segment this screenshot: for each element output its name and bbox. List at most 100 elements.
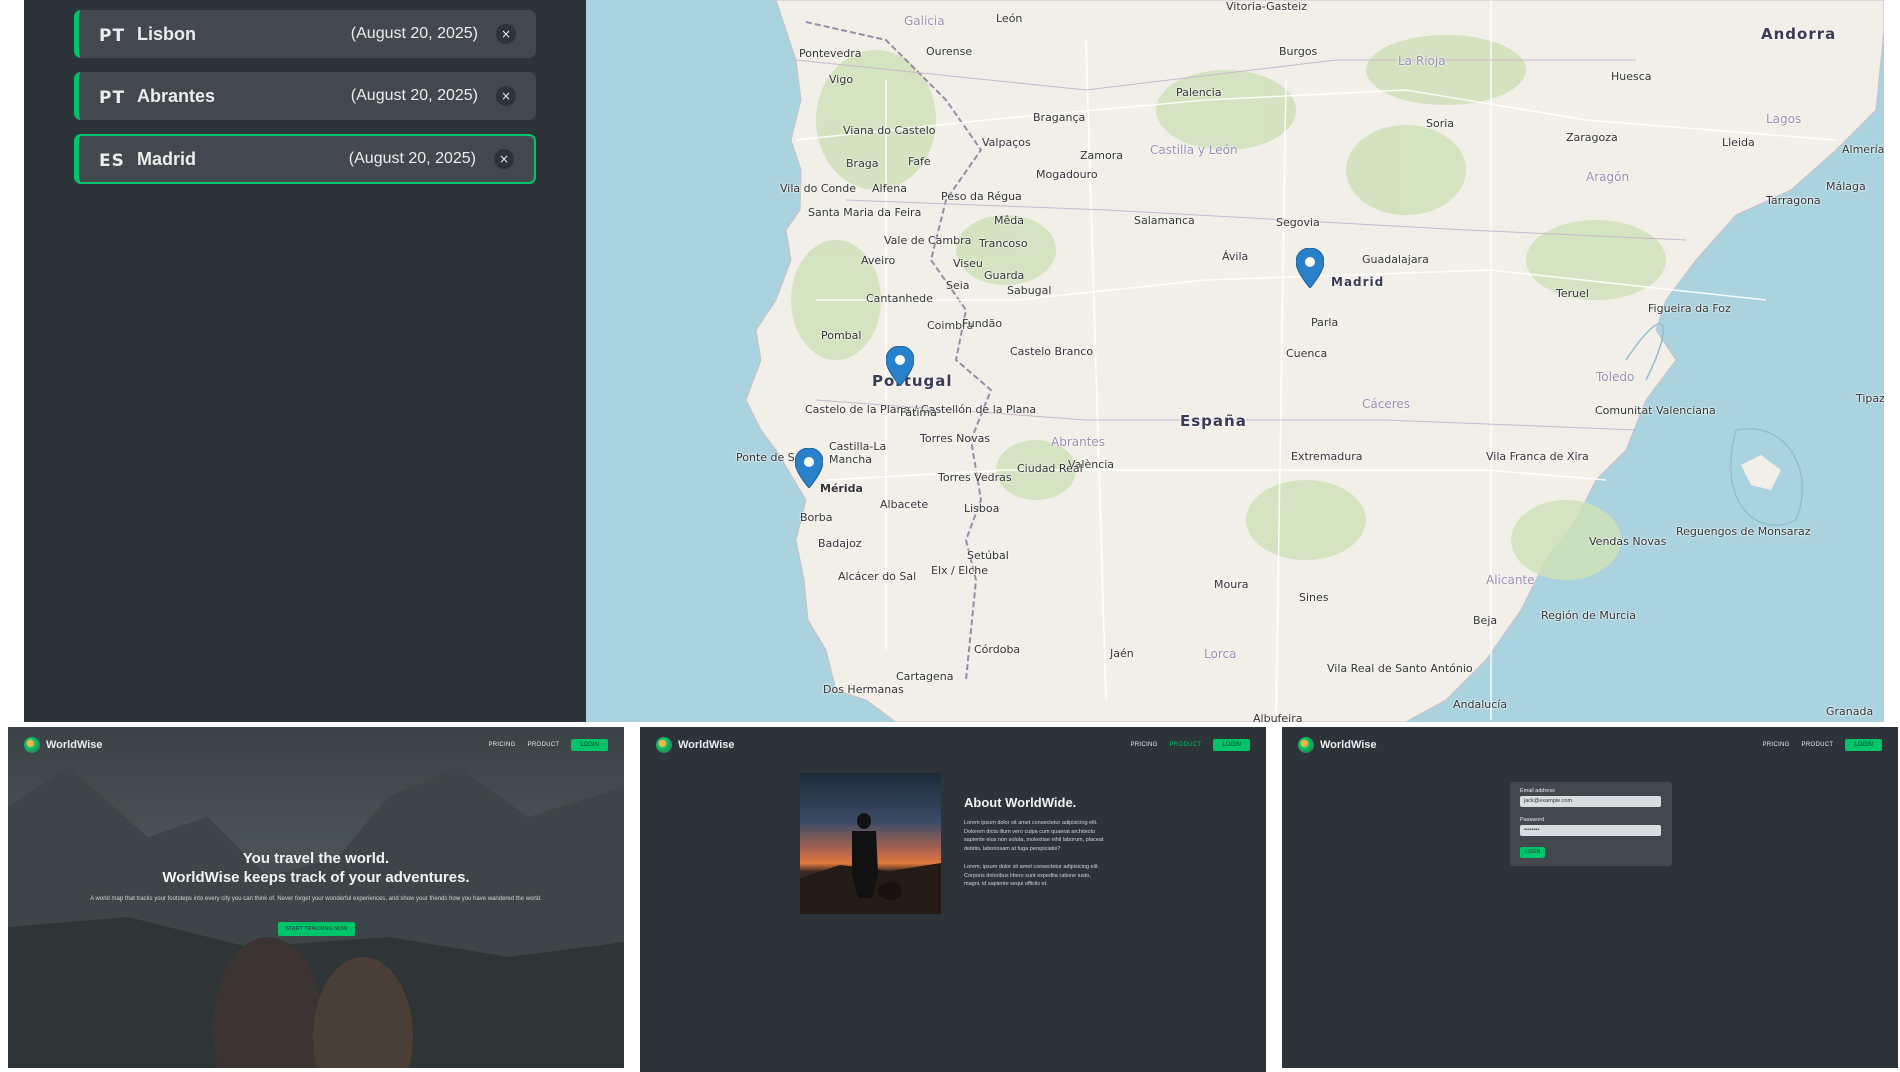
- map-label: Castilla-La Mancha: [829, 440, 887, 466]
- about-paragraph-1: Lorem ipsum dolor sit amet consectetur a…: [964, 820, 1104, 852]
- map-label: Abrantes: [1051, 435, 1106, 449]
- map-label: Sines: [1299, 591, 1329, 604]
- map-label: Zaragoza: [1566, 131, 1618, 144]
- map-label: Zamora: [1080, 149, 1123, 162]
- map-label: Fátima: [900, 406, 937, 419]
- city-date: (August 20, 2025): [348, 150, 476, 167]
- map-label: Lagos: [1766, 112, 1802, 126]
- screenshot-root: PT Lisbon (August 20, 2025) × PT Abrante…: [0, 0, 1900, 1072]
- nav-product-link[interactable]: PRODUCT: [528, 742, 560, 748]
- map-label: Figueira da Foz: [1648, 302, 1731, 315]
- map-label: Málaga: [1826, 180, 1866, 193]
- map-label: Lisboa: [964, 502, 1000, 515]
- nav-links: PRICING PRODUCT LOGIN: [1130, 739, 1250, 751]
- map-label: Extremadura: [1291, 450, 1363, 463]
- map-label: Setúbal: [967, 549, 1009, 562]
- map-label: Torres Novas: [920, 432, 991, 445]
- delete-city-button[interactable]: ×: [496, 86, 516, 106]
- city-item-madrid[interactable]: ES Madrid (August 20, 2025) ×: [74, 134, 536, 184]
- map-label: Mêda: [994, 214, 1024, 227]
- map-label: Región de Murcia: [1541, 609, 1636, 622]
- country-code: ES: [99, 151, 125, 171]
- map-label: Vila do Conde: [780, 182, 856, 195]
- traveler-silhouette: [800, 813, 941, 914]
- nav-pricing-link[interactable]: PRICING: [1130, 742, 1157, 748]
- nav-product-link[interactable]: PRODUCT: [1802, 742, 1834, 748]
- map-label: Elx / Elche: [931, 564, 989, 577]
- navbar: WorldWise PRICING PRODUCT LOGIN: [1282, 727, 1898, 763]
- map-label: Torres Vedras: [938, 471, 1012, 484]
- password-field[interactable]: ••••••••: [1520, 825, 1661, 836]
- map-label: Beja: [1473, 614, 1498, 627]
- start-tracking-button[interactable]: START TRACKING NOW: [278, 922, 355, 936]
- map-label: Madrid: [1331, 275, 1385, 289]
- map-marker-abrantes[interactable]: [886, 346, 914, 386]
- map[interactable]: Galicia León Vitoria-Gasteiz Ourense Pon…: [586, 0, 1884, 722]
- login-form: Email address jack@example.com Password …: [1510, 782, 1672, 866]
- map-marker-madrid[interactable]: [1296, 248, 1324, 288]
- map-label: Mogadouro: [1036, 168, 1098, 181]
- nav-links: PRICING PRODUCT LOGIN: [488, 739, 608, 751]
- city-item-abrantes[interactable]: PT Abrantes (August 20, 2025) ×: [74, 72, 536, 120]
- map-label: Huesca: [1611, 70, 1652, 83]
- map-label: Viana do Castelo: [843, 124, 936, 137]
- map-label: Castelo Branco: [1010, 345, 1094, 358]
- map-label: Trancoso: [979, 237, 1028, 250]
- email-field[interactable]: jack@example.com: [1520, 796, 1661, 807]
- country-code: PT: [99, 26, 126, 46]
- nav-links: PRICING PRODUCT LOGIN: [1762, 739, 1882, 751]
- delete-city-button[interactable]: ×: [494, 149, 514, 169]
- logo-icon: [1298, 737, 1314, 753]
- logo-icon: [656, 737, 672, 753]
- map-label: Almería: [1842, 143, 1884, 156]
- map-label: Cartagena: [896, 670, 954, 683]
- map-label: Vale de Cambra: [884, 234, 972, 247]
- map-label: Ourense: [926, 45, 973, 58]
- map-marker-lisbon[interactable]: [795, 448, 823, 488]
- brand-name: WorldWise: [1320, 739, 1377, 751]
- balearic-islands: [1741, 455, 1781, 490]
- map-label: Alfena: [872, 182, 907, 195]
- map-label: Burgos: [1279, 45, 1318, 58]
- delete-city-button[interactable]: ×: [496, 24, 516, 44]
- map-label: Pombal: [821, 329, 862, 342]
- map-label: Aveiro: [861, 254, 896, 267]
- city-item-lisbon[interactable]: PT Lisbon (August 20, 2025) ×: [74, 10, 536, 58]
- city-name: Abrantes: [137, 85, 216, 106]
- map-label: Seia: [946, 279, 970, 292]
- hero-subtitle: A world map that tracks your footsteps i…: [90, 896, 542, 902]
- nav-pricing-link[interactable]: PRICING: [488, 742, 515, 748]
- login-button[interactable]: LOGIN: [1520, 847, 1545, 858]
- map-label: Granada: [1826, 705, 1874, 718]
- about-image: [800, 773, 941, 914]
- city-name: Madrid: [137, 148, 197, 169]
- map-label: Tarragona: [1766, 194, 1821, 207]
- map-label: Badajoz: [818, 537, 862, 550]
- map-label: Ávila: [1222, 250, 1249, 263]
- map-label: Toledo: [1596, 370, 1635, 384]
- map-label: Teruel: [1556, 287, 1589, 300]
- map-label: Fundão: [962, 317, 1003, 330]
- nav-product-link[interactable]: PRODUCT: [1170, 742, 1202, 748]
- map-label: Vila Real de Santo António: [1327, 662, 1473, 675]
- nav-pricing-link[interactable]: PRICING: [1762, 742, 1789, 748]
- map-label: Ciudad Real: [1017, 462, 1083, 475]
- logo[interactable]: WorldWise: [24, 737, 103, 753]
- map-label: Tipaza: [1856, 392, 1884, 405]
- map-pin-icon: [1296, 248, 1324, 288]
- logo[interactable]: WorldWise: [656, 737, 735, 753]
- map-label: Lleida: [1722, 136, 1755, 149]
- map-label: Vila Franca de Xira: [1486, 450, 1589, 463]
- nav-login-button[interactable]: LOGIN: [1845, 739, 1882, 751]
- map-label: Soria: [1426, 117, 1455, 130]
- logo[interactable]: WorldWise: [1298, 737, 1377, 753]
- map-label: Cuenca: [1286, 347, 1328, 360]
- map-label: Lorca: [1204, 647, 1237, 661]
- map-label: León: [996, 12, 1023, 25]
- nav-login-button[interactable]: LOGIN: [1213, 739, 1250, 751]
- map-label: Santa Maria da Feira: [808, 206, 922, 219]
- country-code: PT: [99, 88, 126, 108]
- nav-login-button[interactable]: LOGIN: [571, 739, 608, 751]
- country-label-andorra: Andorra: [1761, 25, 1837, 43]
- hero-title-line2: WorldWise keeps track of your adventures…: [162, 869, 470, 886]
